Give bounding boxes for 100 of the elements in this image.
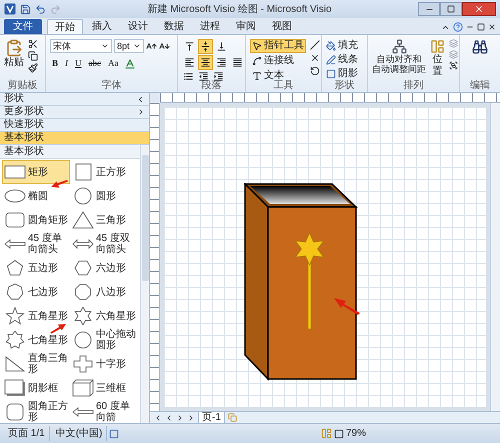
paste-button[interactable]: 粘贴 (4, 39, 24, 69)
format-painter-icon[interactable] (28, 63, 38, 73)
shrink-font-icon[interactable] (159, 40, 170, 52)
full-screen-icon[interactable] (334, 428, 344, 438)
close-icon[interactable] (488, 23, 496, 31)
scrollbar[interactable] (140, 145, 149, 423)
stencil-shape[interactable]: 正方形 (70, 160, 138, 184)
stencil-shape[interactable]: 45 度双向箭头 (70, 232, 138, 256)
pointer-icon (252, 41, 262, 51)
stencil-shape[interactable]: 八边形 (70, 280, 138, 304)
stencil-shape[interactable]: 圆形 (70, 184, 138, 208)
page-tab[interactable]: 页-1 (198, 412, 225, 424)
caret-icon (133, 42, 141, 50)
ribbon-tab[interactable]: 开始 (47, 19, 83, 34)
stencil-shape[interactable]: 三维框 (70, 376, 138, 400)
align-left-icon (184, 57, 195, 68)
copy-icon[interactable] (28, 51, 38, 61)
grow-font-icon[interactable] (146, 40, 157, 52)
align-justify-icon (232, 57, 243, 68)
shapes-section[interactable]: 更多形状 (0, 106, 149, 119)
tool-button[interactable]: 指针工具 (250, 39, 306, 53)
shape-format-button[interactable]: 线条 (326, 53, 358, 66)
find-button[interactable] (472, 39, 488, 55)
stencil-shape[interactable]: 五边形 (2, 256, 70, 280)
x-icon[interactable] (310, 53, 320, 63)
ribbon-tab[interactable]: 审阅 (229, 19, 263, 34)
ribbon-tab[interactable]: 进程 (193, 19, 227, 34)
next-page-icon[interactable] (176, 414, 184, 422)
close-button[interactable] (462, 2, 496, 16)
zoom-level: 79% (346, 427, 366, 441)
ribbon-tab[interactable]: 插入 (85, 19, 119, 34)
group-icon[interactable] (449, 61, 458, 70)
shapes-section[interactable]: 基本形状 (0, 132, 149, 145)
stencil-shape[interactable]: 七角星形 (2, 328, 70, 352)
font-family-dropdown[interactable]: 宋体 (50, 39, 112, 53)
font-style-button[interactable]: abc (86, 57, 104, 70)
square-icon (326, 68, 336, 78)
align-bottom-icon (216, 41, 227, 52)
shape-thumbnail-icon (72, 283, 94, 301)
rotate-icon[interactable] (310, 66, 320, 76)
binoculars-icon (472, 39, 488, 55)
line-icon[interactable] (310, 40, 320, 50)
auto-align-button[interactable]: 自动对齐和 自动调整间距 (372, 39, 426, 74)
font-style-button[interactable]: B (50, 57, 60, 70)
font-style-button[interactable]: U (73, 57, 84, 70)
collapse-icon[interactable] (136, 94, 145, 104)
position-button[interactable]: 位置 (430, 39, 445, 78)
page-count: 页面 1/1 (4, 426, 50, 441)
stencil-shape[interactable]: 六边形 (70, 256, 138, 280)
stencil-shape[interactable]: 三角形 (70, 208, 138, 232)
caret-icon (101, 42, 109, 50)
ribbon-tab[interactable]: 数据 (157, 19, 191, 34)
stencil-shape[interactable]: 七边形 (2, 280, 70, 304)
stencil-shape[interactable]: 十字形 (70, 352, 138, 376)
app-logo-icon (4, 3, 16, 15)
bullets-icon[interactable] (183, 71, 194, 82)
stencil-shape[interactable]: 阴影框 (2, 376, 70, 400)
decrease-indent-icon[interactable] (198, 71, 209, 82)
macro-icon[interactable] (109, 428, 120, 438)
vertical-align-button[interactable] (198, 39, 213, 54)
vertical-scrollbar[interactable] (490, 103, 500, 411)
last-page-icon[interactable] (187, 414, 195, 422)
stencil-shape[interactable]: 椭圆 (2, 184, 70, 208)
restore-icon[interactable] (477, 23, 485, 31)
ribbon-group-label: 排列 (402, 80, 424, 92)
stencil-shape[interactable]: 圆角矩形 (2, 208, 70, 232)
window-title: 新建 Microsoft Visio 绘图 - Microsoft Visio (147, 2, 332, 16)
previous-page-icon[interactable] (165, 414, 173, 422)
stencil-shape[interactable]: 中心拖动圆形 (70, 328, 138, 352)
panel-title: 形状 (4, 93, 24, 105)
undo-icon[interactable] (35, 4, 46, 14)
shape-format-button[interactable]: 阴影 (326, 67, 358, 80)
ribbon-tab[interactable]: 设计 (121, 19, 155, 34)
font-size-dropdown[interactable]: 8pt (114, 39, 144, 53)
cut-icon[interactable] (28, 39, 38, 49)
tool-button[interactable]: 连接线 (250, 54, 306, 68)
layers-icon[interactable] (449, 39, 458, 48)
font-style-button[interactable]: Aa (106, 57, 121, 70)
stencil-shape[interactable]: 直角三角形 (2, 352, 70, 376)
ribbon-tab[interactable]: 视图 (265, 19, 299, 34)
stencil-shape[interactable]: 六角星形 (70, 304, 138, 328)
stencil-shape[interactable]: 45 度单向箭头 (2, 232, 70, 256)
shape-thumbnail-icon (72, 331, 94, 349)
stencil-shape[interactable]: 五角星形 (2, 304, 70, 328)
help-icon[interactable] (453, 22, 463, 32)
align-center-icon (200, 57, 211, 68)
stencil-shape[interactable]: 圆角正方形 (2, 400, 70, 423)
maximize-button[interactable] (440, 2, 462, 16)
annotation-arrow-icon (334, 297, 360, 315)
ribbon-tab[interactable]: 文件 (4, 19, 42, 34)
shape-thumbnail-icon (72, 379, 94, 397)
shape-thumbnail-icon (4, 259, 26, 277)
save-icon[interactable] (20, 4, 31, 14)
ribbon-group-label: 编辑 (469, 80, 491, 92)
horizontal-align-button[interactable] (198, 55, 213, 70)
font-color-icon[interactable] (124, 58, 136, 70)
shape-format-button[interactable]: 填充 (326, 39, 358, 52)
first-page-icon[interactable] (154, 414, 162, 422)
font-style-button[interactable]: I (63, 57, 70, 70)
stencil-shape[interactable]: 60 度单向箭 (70, 400, 138, 423)
